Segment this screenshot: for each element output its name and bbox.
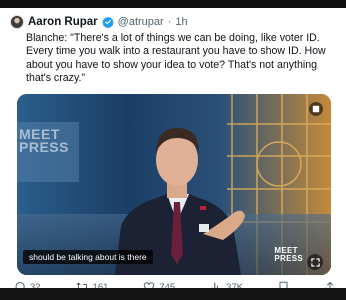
expand-icon	[310, 257, 320, 267]
tweet-timestamp[interactable]: 1h	[175, 16, 187, 28]
author-handle[interactable]: @atrupar	[118, 16, 164, 28]
mute-button[interactable]	[309, 102, 323, 116]
speaker-icon	[312, 105, 320, 113]
tweet-text: Blanche: "There's a lot of things we can…	[26, 32, 326, 85]
verified-badge-icon	[101, 16, 114, 28]
header-separator: ·	[167, 16, 172, 28]
author-avatar[interactable]	[10, 15, 24, 29]
bottom-bar	[0, 288, 346, 300]
show-logo-background: MEET PRESS	[19, 126, 69, 155]
author-name[interactable]: Aaron Rupar	[28, 16, 98, 28]
video-player[interactable]: MEET PRESS should be talking about is th…	[17, 94, 331, 275]
video-caption: should be talking about is there	[23, 250, 153, 264]
fullscreen-button[interactable]	[307, 254, 323, 270]
top-bar	[0, 0, 346, 8]
tweet-header: Aaron Rupar @atrupar · 1h	[10, 14, 188, 30]
show-logo-watermark: MEET PRESS	[274, 246, 303, 263]
tweet-card[interactable]: Aaron Rupar @atrupar · 1h Blanche: "Ther…	[0, 8, 346, 293]
